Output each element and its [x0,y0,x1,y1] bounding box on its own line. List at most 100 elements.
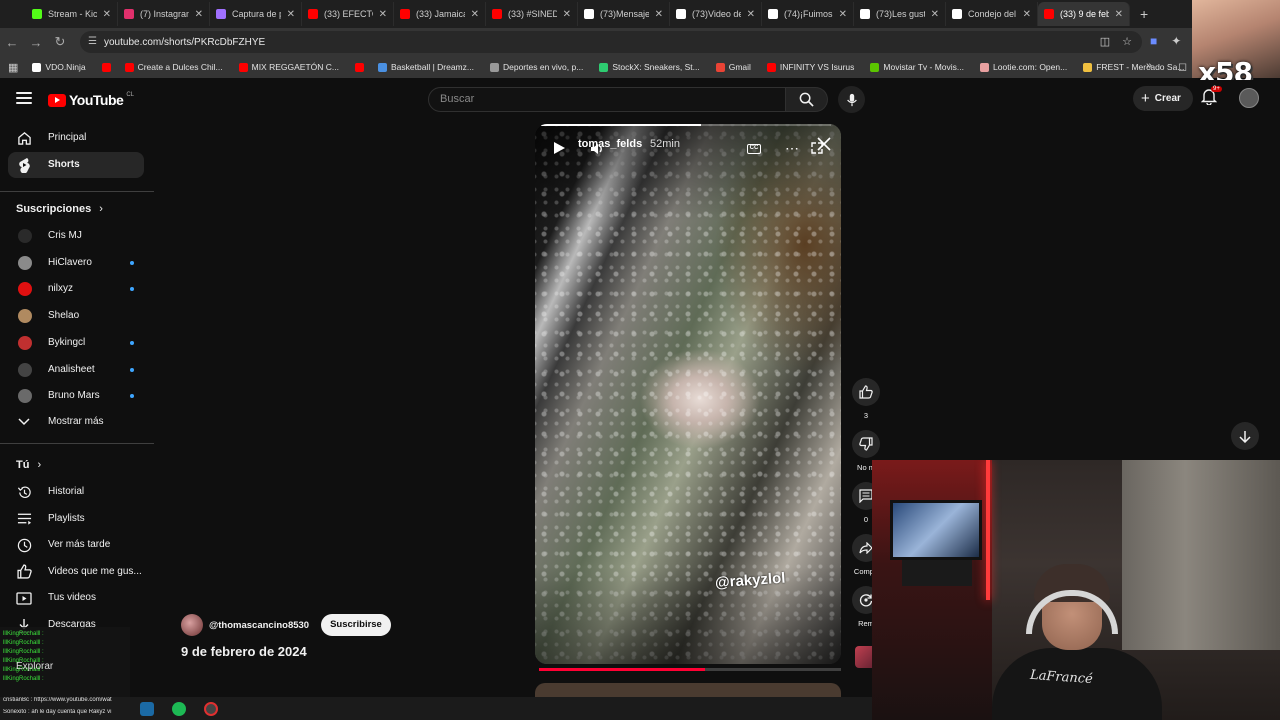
account-avatar[interactable] [1239,88,1259,108]
next-short-preview[interactable] [535,683,841,697]
reload-icon[interactable]: ↻ [48,34,72,50]
sidebar-item-principal[interactable]: Principal [8,125,144,151]
subscription-label: nilxyz [48,283,74,295]
sidebar-item-history[interactable]: Historial [8,479,144,505]
browser-tab[interactable]: (33) EFECTO ✕ [302,2,394,26]
install-icon[interactable]: ◫ [1100,35,1110,48]
play-icon[interactable] [553,141,566,160]
bookmark-item[interactable]: Movistar Tv - Movis... [870,62,964,72]
url-bar[interactable]: ☰ youtube.com/shorts/PKRcDbFZHYE ◫ ☆ [80,31,1142,53]
bookmark-item[interactable] [101,62,115,72]
bookmark-item[interactable]: Gmail [715,62,751,72]
tab-favicon-icon [400,9,410,19]
spotify-icon[interactable] [172,701,186,716]
forward-icon[interactable]: → [24,35,48,50]
sidebar-subscription-item[interactable]: Bruno Mars [8,383,144,409]
browser-tab[interactable]: (73)Mensajes ✕ [578,2,670,26]
channel-avatar[interactable] [181,614,203,636]
like-button[interactable] [852,378,880,406]
bookmarks-overflow-icon[interactable]: » [1146,60,1152,72]
chat-last-message: cristianBc : https://www.youtube.com/wat… [0,697,130,719]
puzzle-icon[interactable]: ✦ [1171,34,1181,48]
create-button[interactable]: + Crear [1133,86,1193,111]
site-info-icon[interactable]: ☰ [88,36,100,48]
youtube-logo[interactable]: YouTube CL [48,92,134,108]
bookmark-label: Lootie.com: Open... [993,62,1068,72]
short-owner[interactable]: tomas_felds [578,138,642,150]
browser-tab[interactable]: Condejo del ✕ [946,2,1038,26]
tab-close-icon[interactable]: ✕ [195,9,203,20]
subscriptions-heading[interactable]: Suscripciones › [16,203,103,215]
bookmark-star-icon[interactable]: ☆ [1122,35,1132,48]
captions-button[interactable]: CC [747,144,761,154]
tab-close-icon[interactable]: ✕ [563,9,571,20]
tab-close-icon[interactable]: ✕ [931,9,939,20]
sidebar-item-shorts[interactable]: Shorts [8,152,144,178]
browser-tab[interactable]: Captura de pantalla ✕ [210,2,302,26]
new-tab-icon[interactable]: + [1140,6,1148,22]
browser-tab[interactable]: (74)¡Fuimos ✕ [762,2,854,26]
channel-avatar [18,282,32,297]
bookmark-item[interactable]: FREST - Mercado Sa... [1083,62,1184,72]
browser-tab[interactable]: (33) Jamaica ✕ [394,2,486,26]
thumbs-up-icon [859,385,873,399]
subscribe-button[interactable]: Suscribirse [321,614,391,636]
more-options-icon[interactable]: ⋯ [785,140,799,157]
show-more-button[interactable]: Mostrar más [8,409,144,435]
bookmark-item[interactable]: Lootie.com: Open... [980,62,1067,72]
browser-tab[interactable]: (7) Instagram ✕ [118,2,210,26]
bookmark-item[interactable]: StockX: Sneakers, St... [599,62,700,72]
search-input[interactable]: Buscar [428,87,786,112]
browser-tab[interactable]: (33) 9 de febrero ✕ [1038,2,1130,26]
dislike-button[interactable] [852,430,880,458]
tab-close-icon[interactable]: ✕ [1023,9,1031,20]
bookmark-item[interactable]: INFINITY VS Isurus [766,62,854,72]
volume-icon[interactable] [590,142,604,160]
tab-close-icon[interactable]: ✕ [747,9,755,20]
tab-close-icon[interactable]: ✕ [103,9,111,20]
bookmark-item[interactable]: VDO.Ninja [32,62,86,72]
channel-name[interactable]: @thomascancino8530 [209,620,309,631]
bookmarks-folder-icon[interactable]: ◻ [1178,60,1187,73]
browser-tab[interactable]: (73)Les gusta ✕ [854,2,946,26]
tab-close-icon[interactable]: ✕ [655,9,663,20]
sidebar-subscription-item[interactable]: Shelao [8,303,144,329]
apps-grid-icon[interactable]: ▦ [8,61,18,74]
tab-close-icon[interactable]: ✕ [471,9,479,20]
browser-tab[interactable]: (33) #SINED ✕ [486,2,578,26]
next-short-button[interactable] [1231,422,1259,450]
bookmark-item[interactable] [354,62,368,72]
search-button[interactable] [786,87,828,112]
bookmark-item[interactable]: Basketball | Dreamz... [377,62,474,72]
steam-icon[interactable] [140,701,154,716]
back-icon[interactable]: ← [0,35,24,50]
short-progress-bar[interactable] [539,668,841,671]
short-player[interactable]: tomas_felds 52min CC ⋯ @rakyzlol [535,124,841,664]
voice-search-button[interactable] [838,86,865,113]
sidebar-subscription-item[interactable]: nilxyz [8,276,144,302]
sidebar-item-thumbs-up[interactable]: Videos que me gus... [8,559,144,585]
sidebar-item-playlist[interactable]: Playlists [8,506,144,532]
sidebar-subscription-item[interactable]: HiClavero [8,250,144,276]
menu-icon[interactable] [16,92,32,104]
app-icon[interactable] [204,701,218,716]
close-icon[interactable] [816,136,832,157]
sidebar-subscription-item[interactable]: Cris MJ [8,223,144,249]
extension-icon[interactable]: ■ [1150,34,1157,48]
bookmark-item[interactable]: Deportes en vivo, p... [489,62,583,72]
sidebar-item-video[interactable]: Tus videos [8,585,144,611]
tab-close-icon[interactable]: ✕ [839,9,847,20]
notifications-button[interactable]: 9+ [1200,86,1222,110]
you-heading[interactable]: Tú › [16,459,41,471]
browser-tab[interactable]: (73)Video de ✕ [670,2,762,26]
sidebar-subscription-item[interactable]: Analisheet [8,357,144,383]
video-date: 9 de febrero de 2024 [181,644,307,659]
tab-close-icon[interactable]: ✕ [379,9,387,20]
tab-close-icon[interactable]: ✕ [1115,9,1123,20]
sidebar-item-clock[interactable]: Ver más tarde [8,532,144,558]
bookmark-item[interactable]: MIX REGGAETÓN C... [238,62,339,72]
bookmark-item[interactable]: Create a Dulces Chil... [124,62,223,72]
tab-close-icon[interactable]: ✕ [287,9,295,20]
sidebar-subscription-item[interactable]: Bykingcl [8,330,144,356]
browser-tab[interactable]: Stream - Kick ✕ [26,2,118,26]
